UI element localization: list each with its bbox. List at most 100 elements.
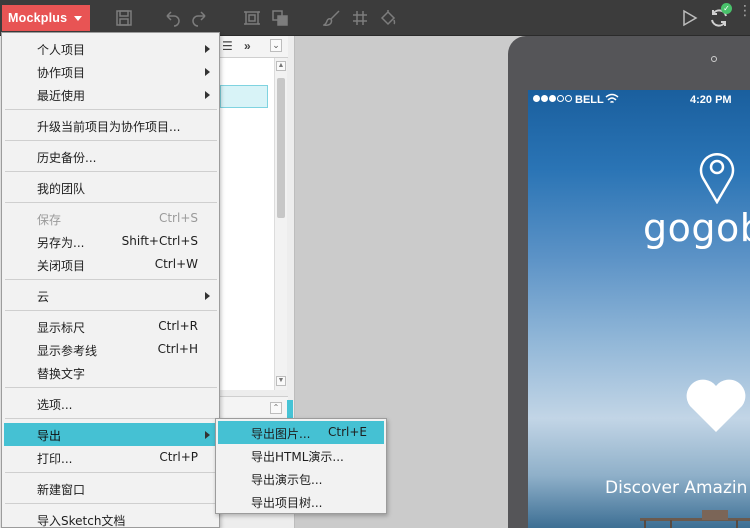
menu-item[interactable]: 导入Sketch文档 xyxy=(4,508,218,528)
menu-separator xyxy=(5,202,217,203)
submenu-item-label: 导出演示包... xyxy=(251,473,323,487)
menu-item[interactable]: 我的团队 xyxy=(4,176,218,199)
menu-item[interactable]: 另存为... Shift+Ctrl+S xyxy=(4,230,218,253)
menu-separator xyxy=(5,472,217,473)
camera-icon xyxy=(711,56,717,62)
menu-item-label: 关闭项目 xyxy=(37,259,86,273)
more-icon[interactable]: ⋮ xyxy=(738,3,750,27)
play-icon[interactable] xyxy=(682,9,698,27)
app-menu-button[interactable]: Mockplus xyxy=(2,5,90,31)
undo-icon[interactable] xyxy=(162,8,182,28)
status-time: 4:20 PM xyxy=(690,94,732,106)
submenu-item-shortcut: Ctrl+E xyxy=(328,425,367,439)
menu-item-label: 升级当前项目为协作项目... xyxy=(37,120,181,134)
submenu-arrow-icon xyxy=(205,91,210,99)
menu-item-label: 个人项目 xyxy=(37,43,86,57)
menu-item-label: 另存为... xyxy=(37,236,85,250)
submenu-arrow-icon xyxy=(205,68,210,76)
menu-separator xyxy=(5,109,217,110)
menu-separator xyxy=(5,171,217,172)
menu-item[interactable]: 升级当前项目为协作项目... xyxy=(4,114,218,137)
menu-separator xyxy=(5,418,217,419)
submenu-item-label: 导出项目树... xyxy=(251,496,323,510)
menu-item-shortcut: Ctrl+R xyxy=(158,319,198,333)
component-panel-header: ⌃ xyxy=(220,396,288,418)
scroll-down-icon[interactable]: ▼ xyxy=(276,376,286,386)
submenu-item[interactable]: 导出项目树... xyxy=(218,490,384,513)
heart-icon xyxy=(686,379,746,432)
paint-bucket-icon[interactable] xyxy=(378,8,398,28)
chevron-down-icon xyxy=(74,16,82,21)
menu-item-label: 历史备份... xyxy=(37,151,97,165)
menu-item[interactable]: 云 xyxy=(4,284,218,307)
submenu-item[interactable]: 导出HTML演示... xyxy=(218,444,384,467)
menu-item[interactable]: 协作项目 xyxy=(4,60,218,83)
menu-item-shortcut: Ctrl+S xyxy=(158,211,198,225)
crop-group-icon[interactable] xyxy=(270,8,290,28)
menu-item-shortcut: Shift+Ctrl+S xyxy=(121,234,198,248)
menu-item-label: 最近使用 xyxy=(37,89,86,103)
menu-item-label: 新建窗口 xyxy=(37,483,86,497)
menu-item[interactable]: 显示标尺 Ctrl+R xyxy=(4,315,218,338)
submenu-arrow-icon xyxy=(205,45,210,53)
menu-item-label: 导出 xyxy=(37,429,62,443)
menu-item-shortcut: Ctrl+W xyxy=(154,257,198,271)
scrollbar-thumb[interactable] xyxy=(277,78,285,218)
menu-item[interactable]: 最近使用 xyxy=(4,83,218,106)
menu-item-label: 打印... xyxy=(37,452,73,466)
menu-item[interactable]: 打印... Ctrl+P xyxy=(4,446,218,469)
tagline-text: Discover Amazin xyxy=(605,478,748,498)
menu-item[interactable]: 导出 xyxy=(4,423,218,446)
menu-separator xyxy=(5,310,217,311)
submenu-arrow-icon xyxy=(205,292,210,300)
expand-icon[interactable]: » xyxy=(244,39,251,53)
page-list-scrollbar[interactable]: ▲ ▼ xyxy=(274,58,287,390)
menu-item[interactable]: 选项... xyxy=(4,392,218,415)
redo-icon[interactable] xyxy=(190,8,210,28)
export-submenu: 导出图片... Ctrl+E 导出HTML演示... 导出演示包... 导出项目树... xyxy=(215,418,387,514)
menu-item-label: 替换文字 xyxy=(37,367,86,381)
sync-status-badge: ✓ xyxy=(721,3,732,14)
menu-item-label: 选项... xyxy=(37,398,73,412)
menu-item-shortcut: Ctrl+P xyxy=(159,450,198,464)
wifi-icon xyxy=(605,93,619,104)
save-icon[interactable] xyxy=(114,8,134,28)
app-menu-label: Mockplus xyxy=(8,11,68,25)
chevron-up-icon[interactable]: ⌃ xyxy=(270,402,282,414)
menu-item[interactable]: 显示参考线 Ctrl+H xyxy=(4,338,218,361)
menu-item-shortcut: Ctrl+H xyxy=(157,342,198,356)
brush-icon[interactable] xyxy=(322,8,342,28)
top-toolbar: Mockplus ✓ ⋮ xyxy=(0,0,750,36)
panel-header: ☰ » ⌄ xyxy=(220,36,288,58)
status-bar: BELL 4:20 PM xyxy=(528,90,750,112)
grid-icon[interactable] xyxy=(350,8,370,28)
menu-item-label: 云 xyxy=(37,290,50,304)
menu-separator xyxy=(5,387,217,388)
crop-icon[interactable] xyxy=(242,8,262,28)
menu-separator xyxy=(5,140,217,141)
list-view-icon[interactable]: ☰ xyxy=(222,39,233,53)
menu-separator xyxy=(5,503,217,504)
menu-item-label: 协作项目 xyxy=(37,66,86,80)
scroll-up-icon[interactable]: ▲ xyxy=(276,61,286,71)
menu-item-label: 我的团队 xyxy=(37,182,86,196)
submenu-item-label: 导出HTML演示... xyxy=(251,450,344,464)
menu-item[interactable]: 历史备份... xyxy=(4,145,218,168)
menu-item-label: 显示标尺 xyxy=(37,321,86,335)
panel-resize-handle[interactable] xyxy=(287,400,293,420)
location-pin-icon xyxy=(699,153,735,204)
selected-page-item[interactable] xyxy=(220,85,268,108)
menu-item[interactable]: 替换文字 xyxy=(4,361,218,384)
menu-item[interactable]: 新建窗口 xyxy=(4,477,218,500)
menu-item: 保存 Ctrl+S xyxy=(4,207,218,230)
menu-item-label: 保存 xyxy=(37,213,62,227)
menu-item[interactable]: 关闭项目 Ctrl+W xyxy=(4,253,218,276)
carrier-label: BELL xyxy=(575,94,604,106)
menu-item[interactable]: 个人项目 xyxy=(4,37,218,60)
collapse-panel-icon[interactable]: ⌄ xyxy=(270,39,282,52)
app-dropdown-menu: 个人项目协作项目最近使用升级当前项目为协作项目... 历史备份... 我的团队保存 C… xyxy=(1,32,220,528)
signal-dots-icon xyxy=(533,95,572,102)
menu-item-label: 显示参考线 xyxy=(37,344,98,358)
submenu-item[interactable]: 导出演示包... xyxy=(218,467,384,490)
submenu-item[interactable]: 导出图片... Ctrl+E xyxy=(218,421,384,444)
